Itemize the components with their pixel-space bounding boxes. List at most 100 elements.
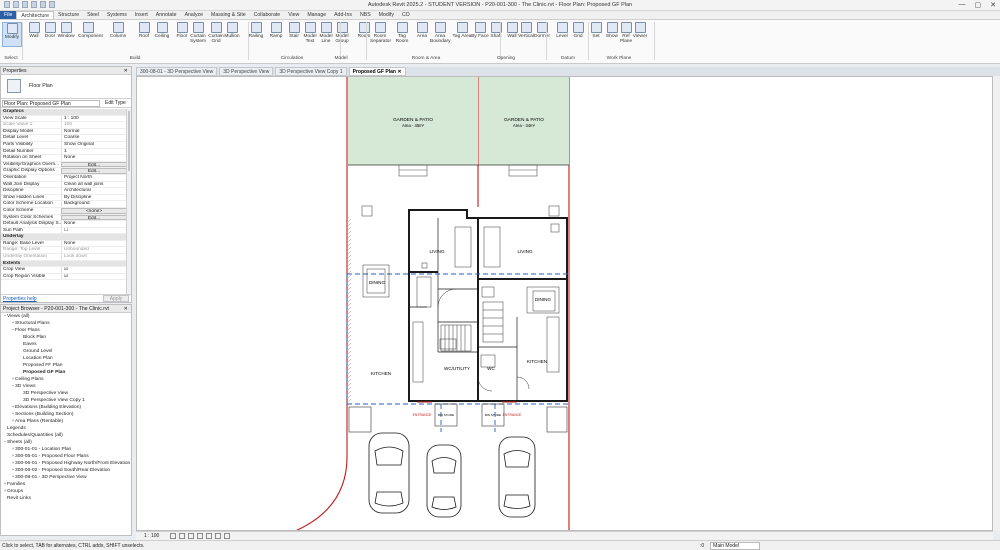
ribbon-ramp-button[interactable]: Ramp bbox=[266, 22, 286, 39]
close-icon[interactable]: ✕ bbox=[124, 68, 128, 74]
tree-item[interactable]: Proposed GF Plan bbox=[1, 370, 131, 377]
property-value[interactable]: None bbox=[61, 240, 127, 247]
drawing-canvas[interactable]: GARDEN & PATIO Area - 45m² GARDEN & PATI… bbox=[136, 76, 993, 531]
property-value[interactable]: 1 : 100 bbox=[61, 115, 127, 122]
tab-steel[interactable]: Steel bbox=[83, 11, 103, 19]
ribbon-tag-area-button[interactable]: Tag Area bbox=[452, 22, 472, 39]
tree-item[interactable]: Eaves bbox=[1, 342, 131, 349]
tree-item[interactable]: +Elevations (Building Elevation) bbox=[1, 405, 131, 412]
tree-item[interactable]: −3D Views bbox=[1, 384, 131, 391]
properties-help-link[interactable]: Properties help bbox=[3, 296, 37, 302]
tree-item[interactable]: 3D Perspective View Copy 1 bbox=[1, 398, 131, 405]
edit-type-button[interactable]: Edit Type bbox=[105, 100, 126, 106]
tab-add-ins[interactable]: Add-Ins bbox=[330, 11, 356, 19]
ribbon-area-boundary-button[interactable]: Area Boundary bbox=[430, 22, 451, 44]
tree-item[interactable]: +300-01-01 - Location Plan bbox=[1, 447, 131, 454]
property-value[interactable]: None bbox=[61, 221, 127, 227]
temporary-hide-icon[interactable] bbox=[224, 533, 230, 539]
model-selector[interactable]: Main Model bbox=[710, 542, 761, 550]
view-tab[interactable]: Proposed GF Plan ✕ bbox=[348, 67, 406, 76]
property-value[interactable]: Project North bbox=[61, 174, 127, 181]
ribbon-window-button[interactable]: Window bbox=[56, 22, 76, 39]
property-value[interactable]: Architectural bbox=[61, 188, 127, 194]
apply-button[interactable]: Apply bbox=[103, 295, 129, 302]
tree-item[interactable]: −Views (all) bbox=[1, 314, 131, 321]
tree-item[interactable]: Revit Links bbox=[1, 496, 131, 503]
tree-item[interactable]: +300-08-01 - 3D Perspective View bbox=[1, 475, 131, 482]
property-value[interactable]: ☐ bbox=[61, 227, 127, 234]
show-crop-icon[interactable] bbox=[215, 533, 221, 539]
tab-annotate[interactable]: Annotate bbox=[152, 11, 181, 19]
tab-modify[interactable]: Modify bbox=[375, 11, 398, 19]
ribbon-mullion-button[interactable]: Mullion bbox=[222, 22, 242, 39]
property-value[interactable]: ☑ bbox=[61, 267, 127, 273]
property-edit-button[interactable]: <none> bbox=[61, 207, 127, 214]
tree-item[interactable]: +Sections (Building Section) bbox=[1, 412, 131, 419]
property-value[interactable]: Normal bbox=[61, 128, 127, 135]
properties-scrollbar[interactable] bbox=[126, 109, 131, 296]
tree-item[interactable]: Schedules/Quantities (all) bbox=[1, 433, 131, 440]
ribbon-curtain-system-button[interactable]: Curtain System bbox=[188, 22, 208, 44]
tab-nbs[interactable]: NBS bbox=[356, 11, 375, 19]
tree-item[interactable]: +300-06-02 - Proposed South/Rear Elevati… bbox=[1, 468, 131, 475]
sun-path-icon[interactable] bbox=[188, 533, 194, 539]
ribbon-dormer-button[interactable]: Dormer bbox=[532, 22, 552, 39]
tree-item[interactable]: +300-06-01 - Proposed Highway North/Fron… bbox=[1, 461, 131, 468]
property-edit-button[interactable]: Edit... bbox=[61, 161, 127, 168]
tree-item[interactable]: +Ceiling Plans bbox=[1, 377, 131, 384]
tree-item[interactable]: +Groups bbox=[1, 489, 131, 496]
close-icon[interactable]: ✕ bbox=[124, 306, 128, 312]
shadows-icon[interactable] bbox=[197, 533, 203, 539]
ribbon-roof-button[interactable]: Roof bbox=[134, 22, 154, 39]
property-value[interactable]: Unbounded bbox=[61, 247, 127, 254]
property-value[interactable]: Look down bbox=[61, 254, 127, 260]
tab-collaborate[interactable]: Collaborate bbox=[250, 11, 285, 19]
tree-item[interactable]: Proposed FF Plan bbox=[1, 363, 131, 370]
tab-view[interactable]: View bbox=[284, 11, 303, 19]
ribbon-viewer-button[interactable]: Viewer bbox=[630, 22, 650, 39]
property-value[interactable]: 1 bbox=[61, 148, 127, 155]
tree-item[interactable]: +Area Plans (Rentable) bbox=[1, 419, 131, 426]
tab-file[interactable]: File bbox=[0, 11, 17, 19]
canvas-vertical-scrollbar[interactable] bbox=[993, 76, 1000, 531]
tab-structure[interactable]: Structure bbox=[54, 11, 83, 19]
ribbon-component-button[interactable]: Component bbox=[78, 22, 103, 39]
property-category[interactable]: Graphics bbox=[1, 109, 127, 116]
ribbon-room-separator-button[interactable]: Room Separator bbox=[370, 22, 391, 44]
ribbon-modify-button[interactable]: Modify bbox=[2, 22, 22, 47]
property-value[interactable]: Show Original bbox=[61, 141, 127, 148]
tab-co[interactable]: CO bbox=[398, 11, 414, 19]
property-value[interactable]: None bbox=[61, 155, 127, 161]
crop-view-icon[interactable] bbox=[206, 533, 212, 539]
property-value[interactable]: ☑ bbox=[61, 273, 127, 280]
tree-item[interactable]: +Structural Plans bbox=[1, 321, 131, 328]
instance-filter-select[interactable]: Floor Plan: Proposed GF Plan bbox=[2, 100, 100, 107]
tab-analyze[interactable]: Analyze bbox=[181, 11, 207, 19]
tree-item[interactable]: +300-05-01 - Proposed Floor Plans bbox=[1, 454, 131, 461]
type-selector[interactable]: Floor Plan bbox=[1, 75, 131, 99]
close-icon[interactable]: ✕ bbox=[396, 69, 401, 75]
tab-systems[interactable]: Systems bbox=[103, 11, 131, 19]
property-edit-button[interactable]: Edit... bbox=[61, 214, 127, 221]
ribbon-column-button[interactable]: Column bbox=[108, 22, 128, 39]
close-button[interactable]: ✕ bbox=[990, 1, 996, 9]
tree-item[interactable]: −Sheets (all) bbox=[1, 440, 131, 447]
property-edit-button[interactable]: Edit... bbox=[61, 168, 127, 174]
ribbon-railing-button[interactable]: Railing bbox=[246, 22, 266, 39]
minimize-button[interactable]: — bbox=[959, 1, 966, 9]
tree-item[interactable]: Location Plan bbox=[1, 356, 131, 363]
tab-insert[interactable]: Insert bbox=[131, 11, 152, 19]
property-value[interactable]: Clean all wall joins bbox=[61, 181, 127, 188]
detail-level-icon[interactable] bbox=[170, 533, 176, 539]
tree-item[interactable]: −Floor Plans bbox=[1, 328, 131, 335]
property-value[interactable]: By Discipline bbox=[61, 194, 127, 201]
view-tab[interactable]: 3D Perspective View bbox=[219, 67, 274, 76]
view-scale[interactable]: 1 : 100 bbox=[144, 533, 159, 539]
view-tab[interactable]: 3D Perspective View Copy 1 bbox=[275, 67, 347, 76]
tree-item[interactable]: +Families bbox=[1, 482, 131, 489]
ribbon-ceiling-button[interactable]: Ceiling bbox=[152, 22, 172, 39]
property-value[interactable]: 100 bbox=[61, 122, 127, 128]
ribbon-tag-room-button[interactable]: Tag Room bbox=[392, 22, 412, 44]
tree-item[interactable]: Ground Level bbox=[1, 349, 131, 356]
tree-item[interactable]: Legends bbox=[1, 426, 131, 433]
